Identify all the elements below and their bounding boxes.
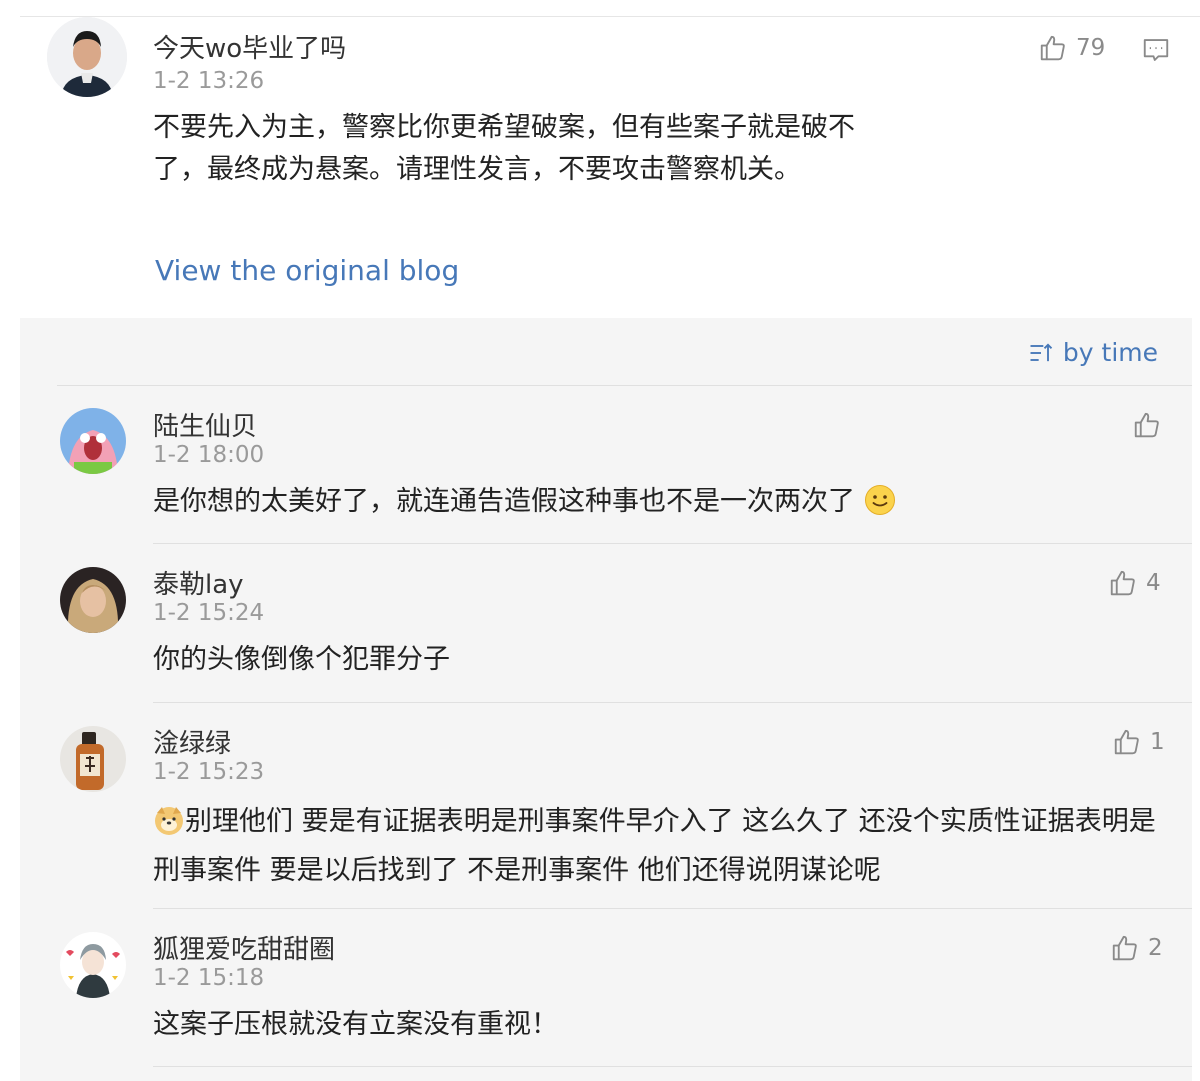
divider xyxy=(153,702,1192,703)
avatar[interactable] xyxy=(60,408,126,474)
reply-author-name[interactable]: 陆生仙贝 xyxy=(153,406,257,443)
reply-panel: by time 陆生仙贝 1-2 18:00 是你想的太美好了，就连通告造假这种… xyxy=(20,318,1192,1081)
like-count: 79 xyxy=(1076,35,1106,61)
reply-time: 1-2 15:18 xyxy=(153,965,265,991)
sort-by-time-button[interactable]: by time xyxy=(1027,338,1158,367)
avatar[interactable] xyxy=(60,726,126,792)
thumbs-up-icon xyxy=(1134,412,1159,438)
reply-author-name[interactable]: 泰勒lay xyxy=(153,564,244,601)
reply-text-content: 别理他们 要是有证据表明是刑事案件早介入了 这么久了 还没个实质性证据表明是刑事… xyxy=(153,806,1156,886)
reply-time: 1-2 15:23 xyxy=(153,759,265,785)
avatar[interactable] xyxy=(60,567,126,633)
reply-text-content: 是你想的太美好了，就连通告造假这种事也不是一次两次了 xyxy=(153,486,855,517)
thumbs-up-icon xyxy=(1110,570,1135,596)
reply-text: 这案子压根就没有立案没有重视！ xyxy=(153,1009,558,1040)
post-time: 1-2 13:26 xyxy=(153,68,265,94)
avatar[interactable] xyxy=(60,932,126,998)
view-original-blog-link[interactable]: View the original blog xyxy=(155,254,459,287)
reply-like-button[interactable]: 2 xyxy=(1110,933,1163,963)
thumbs-up-icon xyxy=(1040,35,1065,61)
divider xyxy=(153,908,1192,909)
author-name[interactable]: 今天wo毕业了吗 xyxy=(153,28,346,65)
like-count: 4 xyxy=(1146,570,1161,596)
top-divider xyxy=(20,16,1200,17)
comment-icon[interactable] xyxy=(1141,35,1171,65)
avatar[interactable] xyxy=(47,17,127,97)
reply-like-button[interactable]: 4 xyxy=(1108,568,1161,598)
smile-emoji xyxy=(864,485,895,515)
reply-time: 1-2 15:24 xyxy=(153,600,265,626)
reply-author-name[interactable]: 淦绿绿 xyxy=(153,723,231,760)
thumbs-up-icon xyxy=(1114,729,1139,755)
sort-icon xyxy=(1030,343,1053,361)
reply-like-button[interactable] xyxy=(1132,410,1162,440)
reply-text: 是你想的太美好了，就连通告造假这种事也不是一次两次了 xyxy=(153,481,1163,523)
like-button[interactable]: 79 xyxy=(1038,33,1105,63)
like-count: 1 xyxy=(1150,729,1165,755)
comment-text: 不要先入为主，警察比你更希望破案，但有些案子就是破不了，最终成为悬案。请理性发言… xyxy=(153,112,855,185)
reply-like-button[interactable]: 1 xyxy=(1112,727,1165,757)
reply-time: 1-2 18:00 xyxy=(153,442,265,468)
divider xyxy=(153,1066,1192,1067)
doge-emoji xyxy=(155,807,183,835)
reply-text: 你的头像倒像个犯罪分子 xyxy=(153,644,450,675)
thumbs-up-icon xyxy=(1112,935,1137,961)
like-count: 2 xyxy=(1148,935,1163,961)
reply-author-name[interactable]: 狐狸爱吃甜甜圈 xyxy=(153,929,335,966)
divider xyxy=(57,385,1192,386)
sort-label: by time xyxy=(1062,338,1158,367)
divider xyxy=(153,543,1192,544)
reply-text: 别理他们 要是有证据表明是刑事案件早介入了 这么久了 还没个实质性证据表明是刑事… xyxy=(153,797,1173,895)
